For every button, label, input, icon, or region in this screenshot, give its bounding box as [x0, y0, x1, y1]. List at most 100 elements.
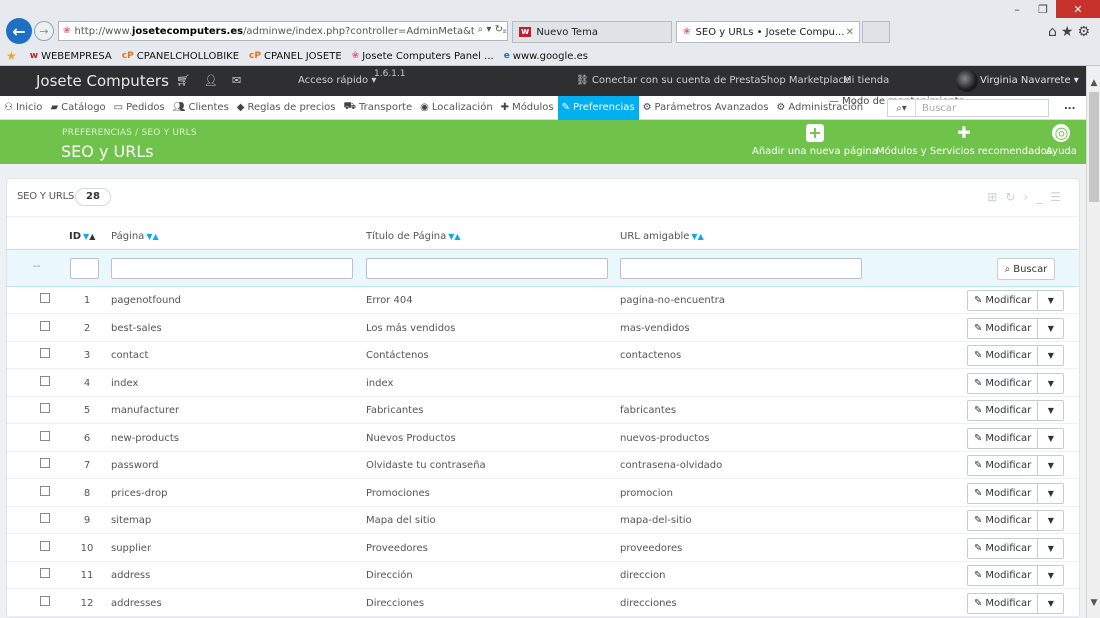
browser-tab-seo-urls[interactable]: ❀ SEO y URLs • Josete Compu... ✕ — [676, 21, 860, 43]
edit-button[interactable]: ✎ Modificar — [967, 400, 1039, 421]
admin-search-input[interactable]: ⌕▾ Buscar — [887, 99, 1049, 117]
table-row[interactable]: 7 password Olvidaste tu contraseña contrase… — [7, 452, 1079, 479]
nav-item-preferencias[interactable]: ✎ Preferencias — [557, 95, 639, 120]
edit-button[interactable]: ✎ Modificar — [967, 510, 1039, 531]
my-shop-link[interactable]: Mi tienda — [843, 75, 889, 86]
row-checkbox[interactable] — [40, 375, 50, 386]
table-row[interactable]: 4 index index ✎ Modificar ▼ — [7, 370, 1079, 397]
nav-item-localizacion[interactable]: ◉ Localización — [416, 96, 497, 120]
recommended-modules-button[interactable]: ✚ Módulos y Servicios recomendados — [876, 124, 1052, 158]
nav-item-modulos[interactable]: ✚ Módulos — [497, 96, 558, 120]
row-checkbox[interactable] — [40, 513, 50, 523]
table-row[interactable]: 5 manufacturer Fabricantes fabricantes ✎ Modi… — [7, 397, 1079, 424]
page-scrollbar[interactable]: ▲ ▼ — [1086, 66, 1100, 618]
refresh-icon[interactable]: ↻ — [1005, 190, 1023, 204]
table-row[interactable]: 10 supplier Proveedores proveedores ✎ Modific… — [7, 535, 1079, 562]
nav-more-button[interactable]: ... — [1064, 101, 1075, 112]
row-checkbox[interactable] — [40, 568, 50, 578]
edit-button[interactable]: ✎ Modificar — [967, 537, 1039, 559]
filter-page-input[interactable] — [111, 258, 353, 279]
actions-dropdown-button[interactable]: ▼ — [1038, 455, 1065, 476]
quick-access-dropdown[interactable]: Acceso rápido ▾ — [298, 75, 376, 86]
favorite-cpanel-chollobike[interactable]: cP CPANELCHOLLOBIKE — [122, 51, 239, 62]
shop-brand[interactable]: Josete Computers — [36, 72, 169, 90]
edit-button[interactable]: ✎ Modificar — [967, 482, 1039, 504]
edit-button[interactable]: ✎ Modificar — [967, 317, 1039, 339]
sort-icon[interactable]: ▼▲ — [448, 232, 460, 241]
filter-title-input[interactable] — [366, 258, 608, 279]
filter-url-input[interactable] — [620, 258, 862, 279]
actions-dropdown-button[interactable]: ▼ — [1038, 372, 1065, 394]
actions-dropdown-button[interactable]: ▼ — [1038, 482, 1065, 504]
row-checkbox[interactable] — [40, 320, 50, 331]
nav-item-pedidos[interactable]: ▭ Pedidos — [110, 96, 169, 120]
edit-button[interactable]: ✎ Modificar — [967, 592, 1039, 614]
edit-button[interactable]: ✎ Modificar — [967, 345, 1039, 366]
row-checkbox[interactable] — [40, 293, 50, 303]
column-title[interactable]: Título de Página ▼▲ — [366, 231, 461, 242]
settings-gear-icon[interactable]: ⚙ — [1077, 24, 1094, 40]
row-checkbox[interactable] — [40, 540, 50, 551]
database-icon[interactable]: ☰ — [1050, 190, 1069, 204]
back-arrow-icon[interactable]: ← — [6, 18, 32, 44]
table-row[interactable]: 6 new-products Nuevos Productos nuevos-prod… — [7, 425, 1079, 452]
nav-item-inicio[interactable]: ⚇ Inicio — [0, 96, 46, 120]
actions-dropdown-button[interactable]: ▼ — [1038, 400, 1065, 421]
column-id[interactable]: ID ▼▲ — [69, 231, 95, 242]
edit-button[interactable]: ✎ Modificar — [967, 290, 1039, 311]
close-icon[interactable]: ✕ — [1056, 0, 1100, 18]
edit-button[interactable]: ✎ Modificar — [967, 565, 1039, 586]
search-button[interactable]: ⌕ Buscar — [997, 258, 1055, 280]
favorite-google[interactable]: e www.google.es — [504, 51, 588, 62]
row-checkbox[interactable] — [40, 430, 50, 441]
table-row[interactable]: 9 sitemap Mapa del sitio mapa-del-sitio ✎ Mod… — [7, 507, 1079, 534]
row-checkbox[interactable] — [40, 595, 50, 606]
scroll-down-icon[interactable]: ▼ — [1087, 598, 1100, 610]
actions-dropdown-button[interactable]: ▼ — [1038, 537, 1065, 559]
envelope-icon[interactable]: ✉ — [232, 74, 255, 87]
avatar[interactable] — [956, 70, 978, 92]
scroll-up-icon[interactable]: ▲ — [1087, 78, 1100, 90]
cart-icon[interactable]: 🛒︎ — [176, 74, 204, 87]
actions-dropdown-button[interactable]: ▼ — [1038, 317, 1065, 339]
marketplace-link[interactable]: ⛓ Conectar con su cuenta de PrestaShop M… — [576, 75, 850, 86]
table-row[interactable]: 1 pagenotfound Error 404 pagina-no-encuentr… — [7, 287, 1079, 314]
tab-close-icon[interactable]: ✕ — [846, 27, 854, 38]
restore-icon[interactable]: ❐ — [1030, 0, 1056, 18]
address-bar[interactable]: ❀ http://www. josetecomputers.es/adminwe/… — [58, 21, 508, 41]
scroll-thumb[interactable] — [1089, 92, 1099, 202]
table-row[interactable]: 2 best-sales Los más vendidos mas-vendidos ✎… — [7, 315, 1079, 342]
forward-arrow-icon[interactable]: → — [34, 21, 54, 41]
home-icon[interactable]: ⌂ — [1048, 24, 1061, 40]
nav-item-parametros-avanzados[interactable]: ⚙ Parámetros Avanzados — [639, 96, 773, 120]
edit-button[interactable]: ✎ Modificar — [967, 372, 1039, 394]
actions-dropdown-button[interactable]: ▼ — [1038, 345, 1065, 366]
favorite-webempresa[interactable]: w WEBEMPRESA — [30, 51, 112, 62]
sort-icon[interactable]: ▼▲ — [691, 232, 703, 241]
row-checkbox[interactable] — [40, 348, 50, 358]
browser-tab-nuevo-tema[interactable]: w Nuevo Tema — [512, 21, 672, 43]
edit-button[interactable]: ✎ Modificar — [967, 455, 1039, 476]
table-row[interactable]: 3 contact Contáctenos contactenos ✎ Modificar… — [7, 342, 1079, 369]
table-row[interactable]: 8 prices-drop Promociones promocion ✎ Modific… — [7, 480, 1079, 507]
sort-icon[interactable]: ▼▲ — [146, 232, 158, 241]
user-menu[interactable]: Virginia Navarrete ▾ — [980, 75, 1079, 86]
favorites-star[interactable]: ★ — [6, 49, 20, 63]
nav-item-transporte[interactable]: ⛟ Transporte — [339, 96, 416, 120]
favorite-josete-panel[interactable]: ❀ Josete Computers Panel ... — [352, 51, 494, 62]
address-tools[interactable]: ⌕ ▾ ↻ — [473, 24, 503, 35]
actions-dropdown-button[interactable]: ▼ — [1038, 592, 1065, 614]
minimize-icon[interactable]: – — [1004, 0, 1030, 18]
column-url[interactable]: URL amigable ▼▲ — [620, 231, 704, 242]
row-checkbox[interactable] — [40, 458, 50, 468]
edit-button[interactable]: ✎ Modificar — [967, 427, 1039, 449]
sort-icon[interactable]: ▼▲ — [83, 232, 95, 241]
column-page[interactable]: Página ▼▲ — [111, 231, 159, 242]
actions-dropdown-button[interactable]: ▼ — [1038, 510, 1065, 531]
actions-dropdown-button[interactable]: ▼ — [1038, 427, 1065, 449]
favorites-star-icon[interactable]: ★ — [1061, 24, 1078, 40]
actions-dropdown-button[interactable]: ▼ — [1038, 565, 1065, 586]
favorite-cpanel-josete[interactable]: cP CPANEL JOSETE — [249, 51, 342, 62]
table-row[interactable]: 11 address Dirección direccion ✎ Modificar ▼ — [7, 562, 1079, 589]
actions-dropdown-button[interactable]: ▼ — [1038, 290, 1065, 311]
